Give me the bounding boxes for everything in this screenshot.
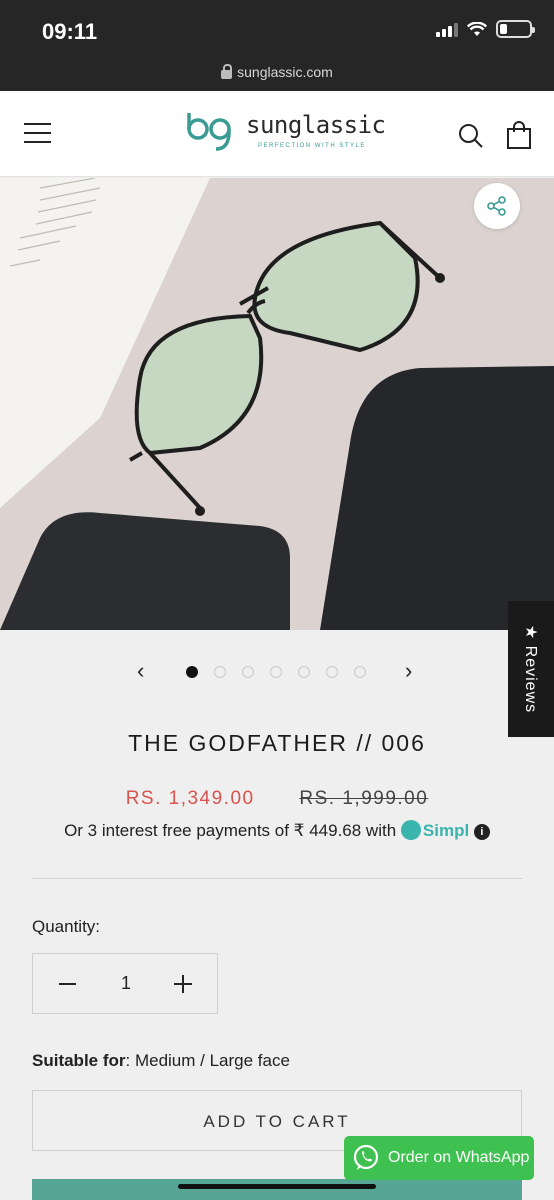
carousel-dot[interactable] [186, 666, 198, 678]
carousel-dot[interactable] [270, 666, 282, 678]
prev-image-arrow-icon[interactable]: ‹ [137, 660, 144, 682]
carousel-dot[interactable] [214, 666, 226, 678]
suitable-for: Suitable for: Medium / Large face [32, 1051, 290, 1071]
whatsapp-label: Order on WhatsApp [388, 1149, 530, 1166]
suitable-value: : Medium / Large face [125, 1051, 290, 1070]
share-icon [487, 196, 506, 216]
whatsapp-icon [353, 1144, 379, 1170]
next-image-arrow-icon[interactable]: › [405, 660, 412, 682]
menu-icon[interactable] [24, 123, 51, 143]
brand-tagline: PERFECTION WITH STYLE [258, 143, 366, 149]
sale-price: RS. 1,349.00 [125, 788, 255, 809]
original-price: RS. 1,999.00 [299, 788, 429, 809]
divider [32, 878, 522, 879]
carousel-dot[interactable] [326, 666, 338, 678]
home-indicator [178, 1184, 376, 1189]
product-photo-illustration [0, 178, 554, 630]
brand-logo[interactable]: sunglassic PERFECTION WITH STYLE [186, 109, 386, 157]
share-button[interactable] [474, 183, 520, 229]
image-carousel-controls: ‹ › [0, 660, 554, 684]
emi-provider: Simpl [422, 821, 470, 840]
product-title: THE GODFATHER // 006 [128, 730, 426, 756]
cart-icon[interactable] [507, 121, 531, 149]
carousel-dot[interactable] [298, 666, 310, 678]
product-image[interactable] [0, 178, 554, 630]
site-header: sunglassic PERFECTION WITH STYLE [0, 91, 554, 177]
status-icons [436, 20, 535, 38]
info-icon[interactable]: i [473, 824, 490, 840]
quantity-label: Quantity: [32, 917, 101, 936]
carousel-dot[interactable] [354, 666, 366, 678]
price-row: RS. 1,349.00 RS. 1,999.00 [0, 788, 554, 810]
status-time: 09:11 [42, 19, 98, 44]
logo-mark-icon [187, 113, 231, 151]
battery-icon [496, 20, 535, 38]
wifi-icon [467, 21, 487, 36]
emi-text: Or 3 interest free payments of ₹ 449.68 … [64, 821, 397, 840]
plus-icon[interactable] [174, 975, 192, 993]
whatsapp-order-button[interactable]: Order on WhatsApp [344, 1136, 534, 1180]
search-icon[interactable] [458, 123, 484, 149]
url-text: sunglassic.com [237, 64, 333, 80]
signal-icon [436, 21, 458, 37]
status-bar: 09:11 [0, 0, 554, 58]
url-bar[interactable]: sunglassic.com [0, 58, 554, 91]
simpl-logo-icon [400, 820, 421, 840]
carousel-dots [186, 666, 366, 678]
suitable-label: Suitable for [32, 1051, 126, 1070]
lock-icon [221, 63, 233, 79]
emi-info: Or 3 interest free payments of ₹ 449.68 … [0, 820, 554, 841]
carousel-dot[interactable] [242, 666, 254, 678]
brand-name: sunglassic [246, 111, 386, 139]
quantity-stepper: 1 [32, 953, 218, 1014]
buy-now-button[interactable] [32, 1179, 522, 1200]
